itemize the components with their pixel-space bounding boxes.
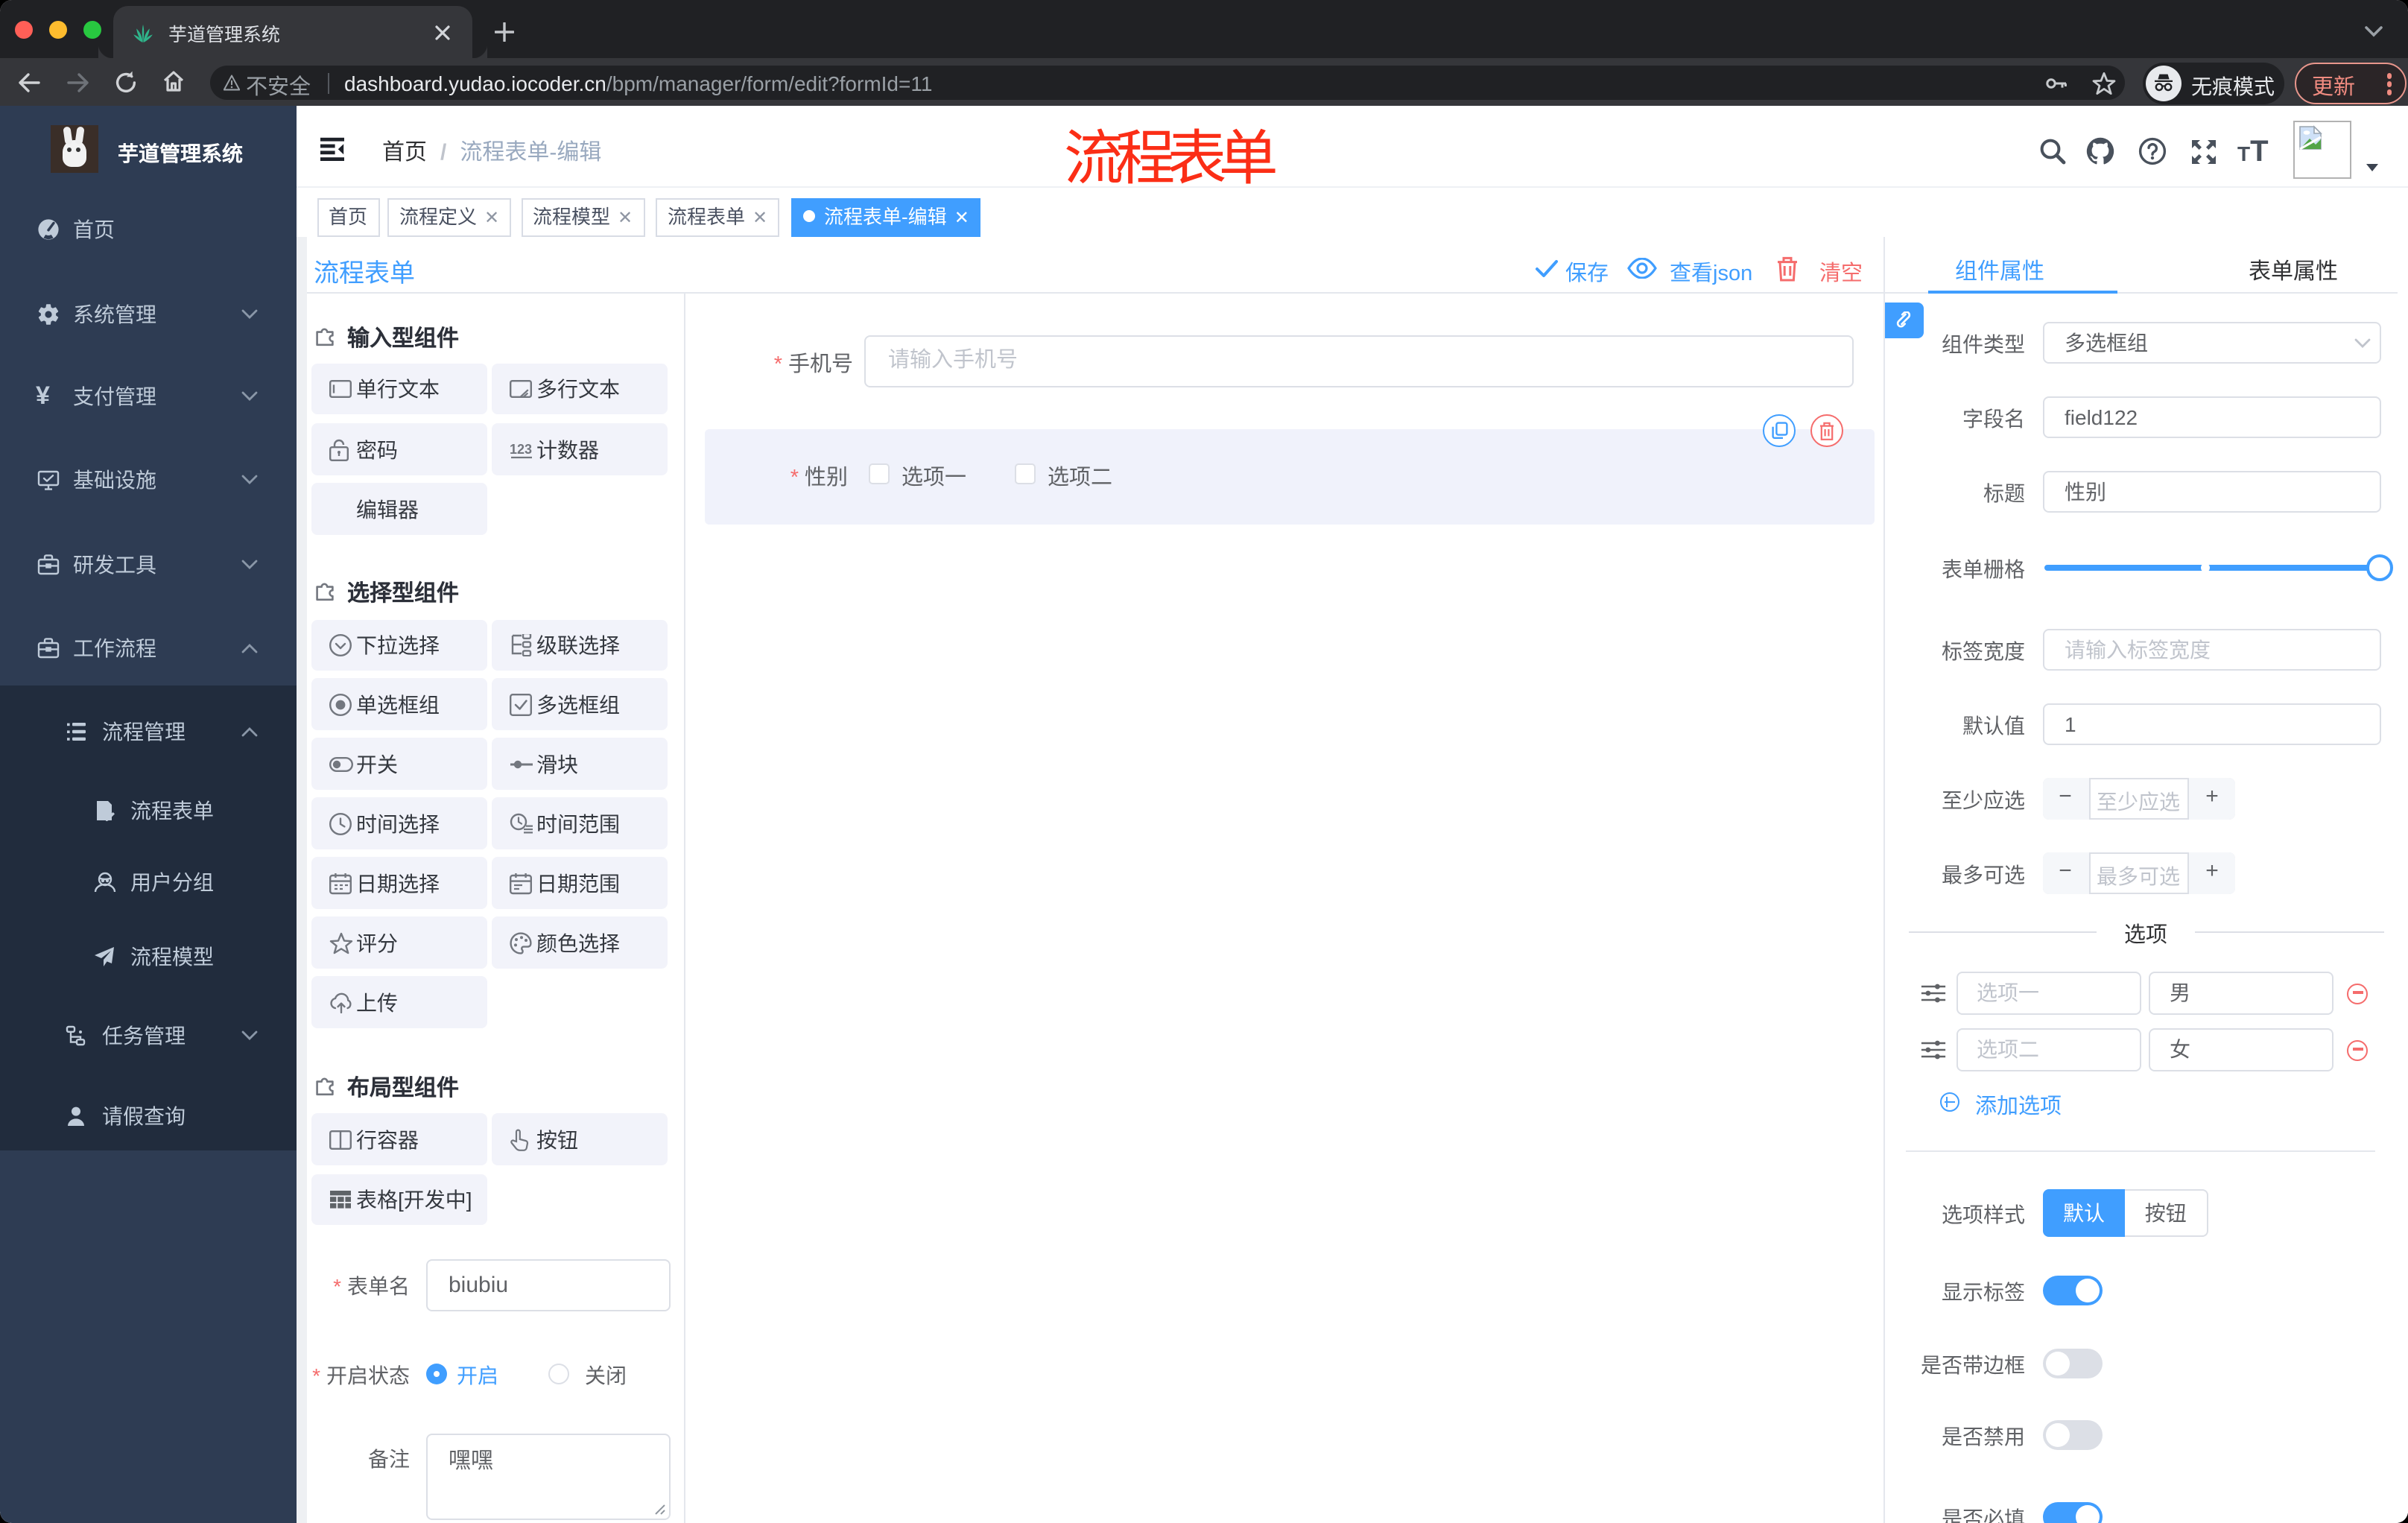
svg-text:123: 123 <box>509 441 531 456</box>
